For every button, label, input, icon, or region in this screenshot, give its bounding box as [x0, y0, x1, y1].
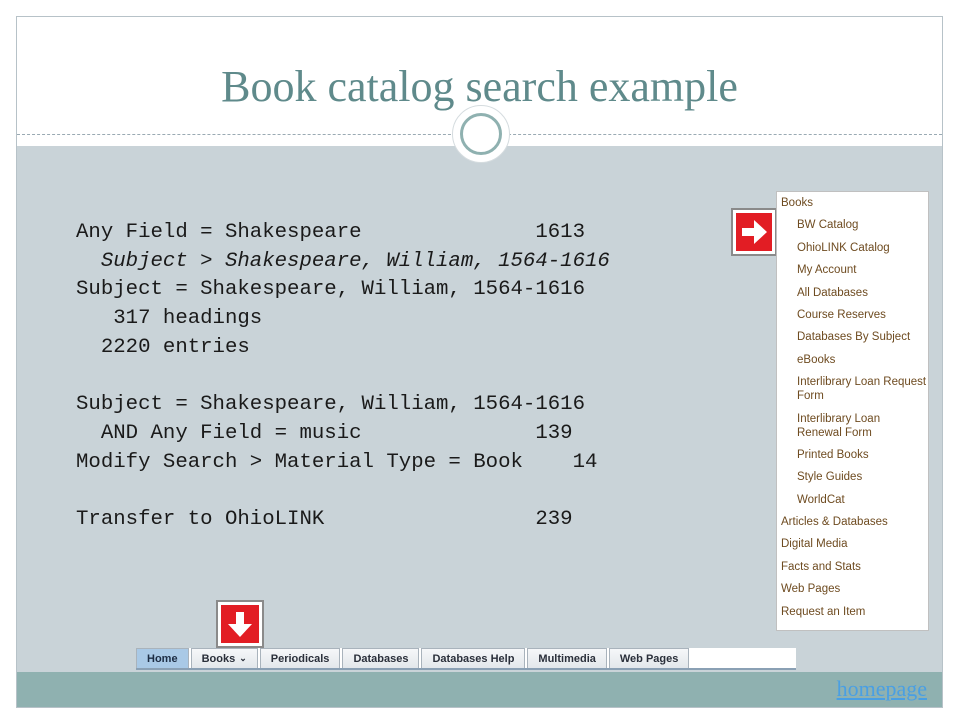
search-step-line: Subject = Shakespeare, William, 1564-161…: [76, 393, 585, 417]
books-nav-menu: Books BW Catalog OhioLINK Catalog My Accoun…: [776, 191, 929, 631]
nav-menu-item[interactable]: eBooks: [777, 353, 928, 367]
search-step-line: Modify Search > Material Type = Book 14: [76, 450, 598, 474]
red-arrow-down-icon: [216, 600, 264, 648]
search-step-line: 317 headings: [76, 307, 263, 331]
nav-menu-item[interactable]: Request an Item: [777, 605, 928, 619]
tab-label: Web Pages: [619, 652, 679, 665]
circle-ornament-icon: [452, 105, 510, 163]
homepage-link[interactable]: homepage: [837, 676, 927, 702]
search-step-line: AND Any Field = music 139: [76, 421, 573, 445]
footer-bar: [17, 672, 942, 707]
tab-label: Home: [147, 652, 178, 665]
search-step-line: 2220 entries: [76, 335, 250, 359]
library-tab-bar: Home Books ⌄ Periodicals Databases Databases …: [136, 648, 796, 670]
tab-home[interactable]: Home: [136, 648, 189, 668]
nav-menu-item[interactable]: Articles & Databases: [777, 515, 928, 529]
nav-menu-item[interactable]: All Databases: [777, 286, 928, 300]
nav-menu-item[interactable]: Web Pages: [777, 582, 928, 596]
nav-menu-item[interactable]: Databases By Subject: [777, 330, 928, 344]
nav-menu-item[interactable]: Facts and Stats: [777, 560, 928, 574]
search-step-line: Subject > Shakespeare, William, 1564-161…: [76, 249, 610, 273]
search-step-line: Subject = Shakespeare, William, 1564-161…: [76, 278, 585, 302]
nav-menu-item[interactable]: Digital Media: [777, 537, 928, 551]
nav-menu-item[interactable]: Interlibrary Loan Renewal Form: [777, 412, 928, 440]
tab-label: Databases: [353, 652, 409, 665]
tab-databases-help[interactable]: Databases Help: [421, 648, 526, 668]
nav-menu-item[interactable]: Books: [777, 196, 928, 210]
tab-label: Books: [201, 652, 236, 665]
tab-periodicals[interactable]: Periodicals: [259, 648, 341, 668]
tab-label: Multimedia: [538, 652, 596, 665]
slide-title: Book catalog search example: [221, 62, 738, 111]
tab-databases[interactable]: Databases: [342, 648, 420, 668]
nav-menu-item[interactable]: WorldCat: [777, 493, 928, 507]
nav-menu-item[interactable]: My Account: [777, 263, 928, 277]
tab-web-pages[interactable]: Web Pages: [608, 648, 690, 668]
search-step-line: [76, 362, 610, 391]
search-step-line: [76, 477, 610, 506]
nav-menu-item[interactable]: Printed Books: [777, 448, 928, 462]
chevron-down-icon: ⌄: [239, 653, 247, 663]
tab-books[interactable]: Books ⌄: [190, 648, 258, 668]
search-step-line: Transfer to OhioLINK 239: [76, 507, 573, 531]
nav-menu-item[interactable]: BW Catalog: [777, 218, 928, 232]
tab-label: Databases Help: [432, 652, 515, 665]
nav-menu-item[interactable]: Course Reserves: [777, 308, 928, 322]
tab-multimedia[interactable]: Multimedia: [527, 648, 607, 668]
search-steps: Any Field = Shakespeare 1613 Subject > S…: [76, 219, 610, 535]
nav-menu-item[interactable]: Interlibrary Loan Request Form: [777, 375, 928, 403]
red-arrow-right-icon: [731, 208, 777, 256]
tab-label: Periodicals: [270, 652, 330, 665]
search-step-line: Any Field = Shakespeare 1613: [76, 221, 585, 244]
nav-menu-item[interactable]: OhioLINK Catalog: [777, 241, 928, 255]
nav-menu-item[interactable]: Style Guides: [777, 470, 928, 484]
